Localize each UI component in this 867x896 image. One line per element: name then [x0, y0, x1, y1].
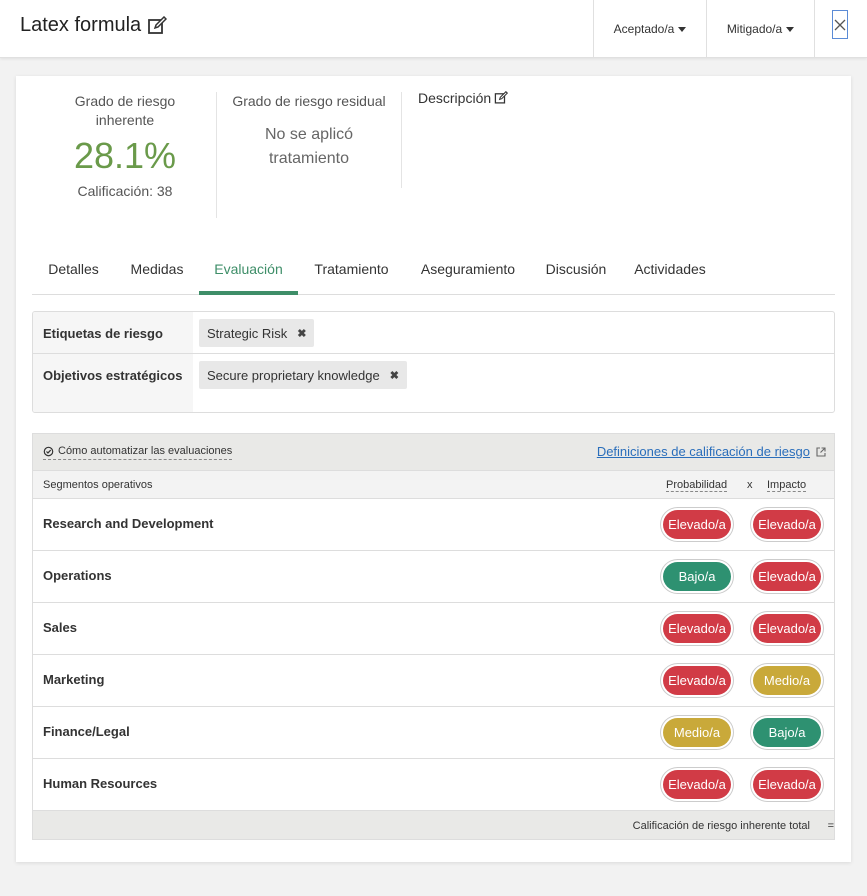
probability-pill[interactable]: Elevado/a: [663, 614, 731, 643]
automate-assessments-link[interactable]: Cómo automatizar las evaluaciones: [43, 445, 233, 460]
page-header: Latex formula Aceptado/a Mitigado/a: [0, 0, 867, 58]
segments-column-header: Segmentos operativos: [43, 479, 153, 491]
caret-down-icon: [678, 26, 687, 32]
remove-tag-icon[interactable]: ✖: [297, 327, 306, 340]
assessment-row: Human Resources Elevado/a Elevado/a: [33, 759, 834, 811]
tab-label: Aseguramiento: [420, 261, 516, 277]
impact-pill[interactable]: Elevado/a: [753, 562, 821, 591]
rating-definitions-link[interactable]: Definiciones de calificación de riesgo: [597, 444, 826, 459]
probability-pill[interactable]: Medio/a: [663, 718, 731, 747]
impact-pill[interactable]: Elevado/a: [753, 614, 821, 643]
refresh-check-icon: [43, 446, 54, 456]
impact-pill[interactable]: Bajo/a: [753, 718, 821, 747]
impact-column-header[interactable]: Impacto: [767, 479, 807, 492]
objectives-label: Objetivos estratégicos: [33, 354, 193, 412]
edit-icon[interactable]: [494, 91, 509, 105]
equals-symbol: =: [827, 820, 834, 832]
probability-pill[interactable]: Elevado/a: [663, 770, 731, 799]
divider: [216, 92, 217, 218]
tab-label: Tratamiento: [314, 261, 389, 277]
inherent-risk-value: 28.1%: [73, 135, 177, 176]
segment-name: Operations: [43, 568, 112, 583]
residual-risk-label: Grado de riesgo residual: [232, 93, 386, 109]
inherent-risk-label: Grado de riesgo inherente: [74, 93, 176, 128]
tab-tratamiento[interactable]: Tratamiento: [298, 244, 405, 294]
impact-pill[interactable]: Elevado/a: [753, 770, 821, 799]
inherent-risk-panel: Grado de riesgo inherente 28.1% Califica…: [60, 92, 190, 201]
assessment-column-headers: Segmentos operativos Probabilidad x Impa…: [33, 471, 834, 499]
risk-card: Grado de riesgo inherente 28.1% Califica…: [16, 76, 851, 862]
probability-pill[interactable]: Elevado/a: [663, 510, 731, 539]
edit-icon[interactable]: [147, 15, 168, 36]
close-icon: [834, 19, 846, 30]
probability-pill[interactable]: Bajo/a: [663, 562, 731, 591]
mitigated-label: Mitigado/a: [726, 22, 783, 36]
total-inherent-rating-label: Calificación de riesgo inherente total: [632, 820, 810, 832]
segment-name: Finance/Legal: [43, 724, 130, 739]
risk-tags-label: Etiquetas de riesgo: [33, 312, 193, 353]
tab-aseguramiento[interactable]: Aseguramiento: [405, 244, 531, 294]
description-label: Descripción: [418, 90, 492, 106]
inherent-risk-score: Calificación: 38: [77, 183, 173, 199]
impact-pill[interactable]: Medio/a: [753, 666, 821, 695]
probability-column-header[interactable]: Probabilidad: [666, 479, 728, 492]
tab-medidas[interactable]: Medidas: [115, 244, 199, 294]
external-link-icon: [816, 446, 826, 457]
remove-objective-icon[interactable]: ✖: [390, 369, 399, 382]
residual-risk-value: No se aplicó tratamiento: [264, 126, 354, 167]
assessment-footer: Calificación de riesgo inherente total =: [33, 811, 834, 839]
objective-chip-label: Secure proprietary knowledge: [207, 367, 380, 383]
segment-name: Marketing: [43, 672, 105, 687]
assessment-row: Marketing Elevado/a Medio/a: [33, 655, 834, 707]
tab-bar: Detalles Medidas Evaluación Tratamiento …: [32, 244, 835, 295]
assessment-table: Cómo automatizar las evaluaciones Defini…: [32, 433, 835, 840]
assessment-row: Sales Elevado/a Elevado/a: [33, 603, 834, 655]
assessment-row: Operations Bajo/a Elevado/a: [33, 551, 834, 603]
divider: [401, 92, 402, 188]
close-button[interactable]: [832, 10, 848, 39]
caret-down-icon: [786, 26, 795, 32]
automate-assessments-label: Cómo automatizar las evaluaciones: [58, 445, 233, 457]
description-header: Descripción: [418, 90, 509, 106]
accepted-label: Aceptado/a: [613, 22, 675, 36]
objectives-row: Objetivos estratégicos Secure proprietar…: [33, 354, 834, 412]
page-title-wrap: Latex formula: [20, 14, 168, 37]
page-title: Latex formula: [20, 14, 142, 36]
mitigated-dropdown[interactable]: Mitigado/a: [706, 0, 814, 58]
residual-risk-panel: Grado de riesgo residual No se aplicó tr…: [230, 92, 388, 171]
assessment-row: Finance/Legal Medio/a Bajo/a: [33, 707, 834, 759]
objective-chip: Secure proprietary knowledge ✖: [199, 361, 407, 389]
risk-tags-row: Etiquetas de riesgo Strategic Risk ✖: [33, 312, 834, 354]
tab-actividades[interactable]: Actividades: [621, 244, 719, 294]
tag-chip: Strategic Risk ✖: [199, 319, 315, 347]
assessment-row: Research and Development Elevado/a Elevado…: [33, 499, 834, 551]
multiply-symbol: x: [747, 479, 753, 491]
tab-label: Detalles: [48, 261, 99, 277]
labels-table: Etiquetas de riesgo Strategic Risk ✖ Obj…: [32, 311, 835, 413]
rating-definitions-label: Definiciones de calificación de riesgo: [596, 444, 810, 459]
tab-label: Discusión: [545, 261, 607, 277]
segment-name: Research and Development: [43, 516, 214, 531]
tab-label: Actividades: [634, 261, 706, 277]
tag-chip-label: Strategic Risk: [207, 325, 288, 341]
tab-evaluacion[interactable]: Evaluación: [199, 244, 298, 295]
tab-label: Medidas: [130, 261, 184, 277]
tab-discusion[interactable]: Discusión: [531, 244, 621, 294]
probability-pill[interactable]: Elevado/a: [663, 666, 731, 695]
accepted-dropdown[interactable]: Aceptado/a: [593, 0, 706, 58]
segment-name: Sales: [43, 620, 77, 635]
segment-name: Human Resources: [43, 776, 158, 791]
assessment-toolbar: Cómo automatizar las evaluaciones Defini…: [33, 434, 834, 471]
tab-detalles[interactable]: Detalles: [32, 244, 115, 294]
impact-pill[interactable]: Elevado/a: [753, 510, 821, 539]
tab-label: Evaluación: [214, 261, 283, 277]
